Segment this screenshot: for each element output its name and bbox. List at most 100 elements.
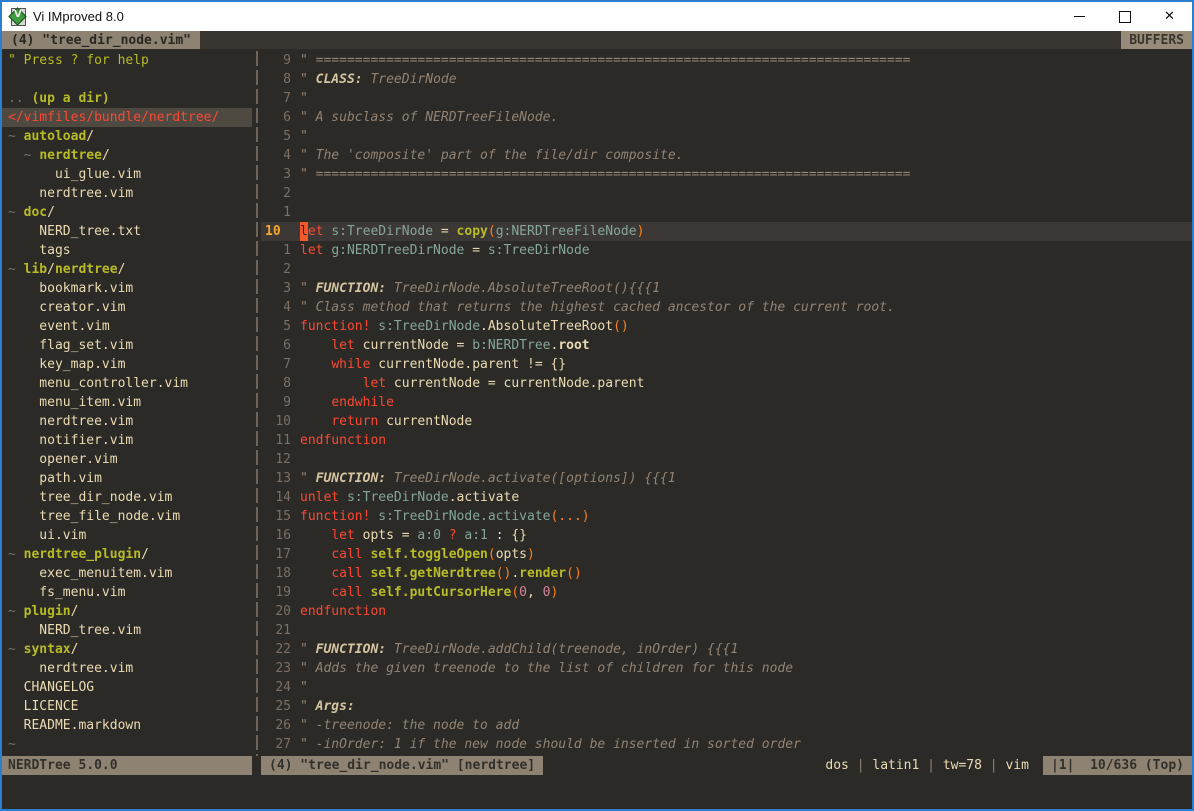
nerdtree-item[interactable]: tags xyxy=(2,241,252,260)
code-line[interactable]: 18 call self.getNerdtree().render() xyxy=(261,564,1192,583)
nerdtree-item[interactable]: CHANGELOG xyxy=(2,678,252,697)
syntax-segment xyxy=(441,526,449,545)
nerdtree-item[interactable]: menu_item.vim xyxy=(2,393,252,412)
syntax-segment: let xyxy=(331,336,354,355)
syntax-segment: ( xyxy=(488,222,496,241)
code-line[interactable]: 2 xyxy=(261,260,1192,279)
nerdtree-item[interactable]: path.vim xyxy=(2,469,252,488)
tab-tree-dir-node[interactable]: (4) "tree_dir_node.vim" xyxy=(2,31,200,49)
nerdtree-item[interactable]: nerdtree.vim xyxy=(2,412,252,431)
code-line[interactable]: 9 endwhile xyxy=(261,393,1192,412)
code-line[interactable]: 25" Args: xyxy=(261,697,1192,716)
syntax-segment: : {} xyxy=(488,526,527,545)
nerdtree-item[interactable]: nerdtree.vim xyxy=(2,659,252,678)
nerdtree-item[interactable]: ~ plugin/ xyxy=(2,602,252,621)
syntax-segment: NERD_tree.txt xyxy=(8,224,141,239)
nerdtree-item[interactable]: LICENCE xyxy=(2,697,252,716)
code-line-current[interactable]: 10let s:TreeDirNode = copy(g:NERDTreeFil… xyxy=(261,222,1192,241)
code-line[interactable]: 9" =====================================… xyxy=(261,51,1192,70)
nerdtree-item[interactable]: NERD_tree.txt xyxy=(2,222,252,241)
nerdtree-item[interactable]: creator.vim xyxy=(2,298,252,317)
code-line[interactable]: 8 let currentNode = currentNode.parent xyxy=(261,374,1192,393)
code-line[interactable]: 13" FUNCTION: TreeDirNode.activate([opti… xyxy=(261,469,1192,488)
nerdtree-item[interactable]: menu_controller.vim xyxy=(2,374,252,393)
statusbar-spacer xyxy=(543,756,825,775)
syntax-segment: , xyxy=(527,583,543,602)
code-line[interactable]: 22" FUNCTION: TreeDirNode.addChild(treen… xyxy=(261,640,1192,659)
code-line[interactable]: 27" -inOrder: 1 if the new node should b… xyxy=(261,735,1192,754)
syntax-segment: et xyxy=(308,222,324,241)
close-icon: ✕ xyxy=(1164,10,1175,23)
code-line[interactable]: 16 let opts = a:0 ? a:1 : {} xyxy=(261,526,1192,545)
syntax-segment: / xyxy=(118,262,126,277)
nerdtree-item[interactable]: ~ lib/nerdtree/ xyxy=(2,260,252,279)
syntax-segment: a:0 xyxy=(417,526,440,545)
nerdtree-item[interactable]: " Press ? for help xyxy=(2,51,252,70)
code-line[interactable]: 17 call self.toggleOpen(opts) xyxy=(261,545,1192,564)
syntax-segment: self.putCursorHere xyxy=(370,583,511,602)
code-line[interactable]: 24" xyxy=(261,678,1192,697)
code-line[interactable]: 20endfunction xyxy=(261,602,1192,621)
nerdtree-item[interactable]: NERD_tree.vim xyxy=(2,621,252,640)
syntax-segment: " xyxy=(300,697,316,716)
nerdtree-root-item[interactable]: </vimfiles/bundle/nerdtree/ xyxy=(2,108,252,127)
code-line[interactable]: 3" FUNCTION: TreeDirNode.AbsoluteTreeRoo… xyxy=(261,279,1192,298)
nerdtree-item[interactable]: ~ xyxy=(2,735,252,754)
code-line[interactable]: 3" =====================================… xyxy=(261,165,1192,184)
nerdtree-item[interactable]: ~ nerdtree/ xyxy=(2,146,252,165)
code-line[interactable]: 5function! s:TreeDirNode.AbsoluteTreeRoo… xyxy=(261,317,1192,336)
syntax-segment: / xyxy=(71,642,79,657)
code-line[interactable]: 1let g:NERDTreeDirNode = s:TreeDirNode xyxy=(261,241,1192,260)
nerdtree-item[interactable]: exec_menuitem.vim xyxy=(2,564,252,583)
syntax-segment: (up a dir) xyxy=(31,91,109,106)
code-line[interactable]: 26" -treenode: the node to add xyxy=(261,716,1192,735)
window-separator[interactable] xyxy=(252,49,261,756)
code-line[interactable]: 7 while currentNode.parent != {} xyxy=(261,355,1192,374)
code-line[interactable]: 8" CLASS: TreeDirNode xyxy=(261,70,1192,89)
nerdtree-item[interactable]: bookmark.vim xyxy=(2,279,252,298)
nerdtree-item[interactable]: tree_dir_node.vim xyxy=(2,488,252,507)
nerdtree-item[interactable]: event.vim xyxy=(2,317,252,336)
nerdtree-item[interactable]: ui_glue.vim xyxy=(2,165,252,184)
code-line[interactable]: 11endfunction xyxy=(261,431,1192,450)
code-line[interactable]: 7" xyxy=(261,89,1192,108)
line-number: 3 xyxy=(265,165,291,184)
code-line[interactable]: 4" The 'composite' part of the file/dir … xyxy=(261,146,1192,165)
nerdtree-item[interactable]: ui.vim xyxy=(2,526,252,545)
syntax-segment: ~ xyxy=(8,148,39,163)
code-line[interactable]: 19 call self.putCursorHere(0, 0) xyxy=(261,583,1192,602)
close-button[interactable]: ✕ xyxy=(1147,2,1192,31)
nerdtree-item[interactable]: nerdtree.vim xyxy=(2,184,252,203)
syntax-segment: render xyxy=(519,564,566,583)
code-line[interactable]: 6" A subclass of NERDTreeFileNode. xyxy=(261,108,1192,127)
nerdtree-item[interactable]: fs_menu.vim xyxy=(2,583,252,602)
minimize-button[interactable] xyxy=(1057,2,1102,31)
code-line[interactable]: 14unlet s:TreeDirNode.activate xyxy=(261,488,1192,507)
code-line[interactable]: 15function! s:TreeDirNode.activate(...) xyxy=(261,507,1192,526)
nerdtree-item[interactable]: notifier.vim xyxy=(2,431,252,450)
code-line[interactable]: 6 let currentNode = b:NERDTree.root xyxy=(261,336,1192,355)
code-line[interactable]: 1 xyxy=(261,203,1192,222)
code-line[interactable]: 21 xyxy=(261,621,1192,640)
nerdtree-item[interactable]: README.markdown xyxy=(2,716,252,735)
statusbar-separator: | xyxy=(982,758,1005,773)
code-line[interactable]: 2 xyxy=(261,184,1192,203)
nerdtree-item[interactable]: ~ syntax/ xyxy=(2,640,252,659)
nerdtree-item[interactable]: .. (up a dir) xyxy=(2,89,252,108)
nerdtree-item[interactable]: flag_set.vim xyxy=(2,336,252,355)
nerdtree-item[interactable]: opener.vim xyxy=(2,450,252,469)
nerdtree-item[interactable] xyxy=(2,70,252,89)
command-line[interactable] xyxy=(2,775,1192,809)
nerdtree-item[interactable]: ~ doc/ xyxy=(2,203,252,222)
code-line[interactable]: 23" Adds the given treenode to the list … xyxy=(261,659,1192,678)
nerdtree-item[interactable]: tree_file_node.vim xyxy=(2,507,252,526)
code-line[interactable]: 10 return currentNode xyxy=(261,412,1192,431)
code-line[interactable]: 5" xyxy=(261,127,1192,146)
nerdtree-item[interactable]: ~ nerdtree_plugin/ xyxy=(2,545,252,564)
nerdtree-item[interactable]: key_map.vim xyxy=(2,355,252,374)
maximize-button[interactable] xyxy=(1102,2,1147,31)
nerdtree-item[interactable]: ~ autoload/ xyxy=(2,127,252,146)
code-line[interactable]: 4" Class method that returns the highest… xyxy=(261,298,1192,317)
code-line[interactable]: 12 xyxy=(261,450,1192,469)
syntax-segment xyxy=(363,545,371,564)
